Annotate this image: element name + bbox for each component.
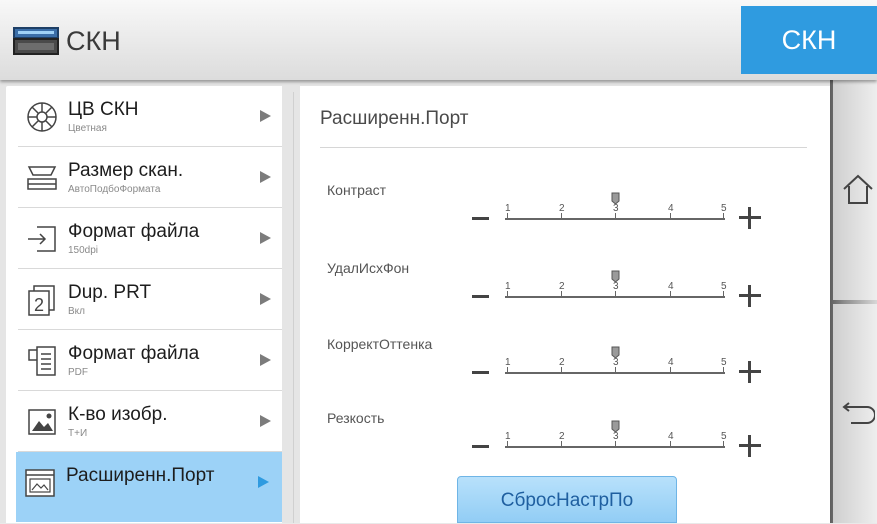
menu-item-value: Цветная <box>68 123 107 134</box>
decrease-button[interactable] <box>472 217 489 220</box>
duplex-icon: 2 <box>25 283 59 317</box>
menu-item[interactable]: Расширенн.Порт <box>16 452 282 522</box>
menu-item-value: 150dpi <box>68 245 99 256</box>
menu-item-label: Формат файла <box>68 221 200 242</box>
setting-label: УдалИсхФон <box>327 260 410 276</box>
slider-tick-label: 5 <box>721 281 727 292</box>
menu-item[interactable]: Формат файла PDF <box>18 330 282 391</box>
file-format-icon <box>25 344 59 378</box>
setting-slider[interactable]: 12345 <box>505 192 727 222</box>
setting-label: Контраст <box>327 182 387 198</box>
slider-track <box>505 372 725 374</box>
menu-item-label: К-во изобр. <box>68 404 168 425</box>
slider-track <box>505 218 725 220</box>
color-wheel-icon <box>25 100 59 134</box>
slider-tick-label: 5 <box>721 431 727 442</box>
settings-menu: ЦВ СКН Цветная Размер скан. АвтоПодбоФормат… <box>6 86 282 523</box>
slider-handle[interactable] <box>611 192 620 205</box>
svg-text:2: 2 <box>34 295 44 315</box>
slider-handle[interactable] <box>611 270 620 283</box>
slider-track <box>505 296 725 298</box>
slider-tick-label: 5 <box>721 357 727 368</box>
chevron-right-icon <box>260 354 271 366</box>
main-content: ЦВ СКН Цветная Размер скан. АвтоПодбоФормат… <box>0 80 877 523</box>
slider-tick-label: 2 <box>559 357 565 368</box>
setting-slider[interactable]: 12345 <box>505 346 727 376</box>
section-title: Расширенн.Порт <box>320 108 469 129</box>
chevron-right-icon <box>258 476 269 488</box>
menu-item[interactable]: ЦВ СКН Цветная <box>18 86 282 147</box>
menu-item-label: Dup. PRT <box>68 282 152 303</box>
increase-button[interactable] <box>739 435 761 457</box>
setting-slider[interactable]: 12345 <box>505 270 727 300</box>
decrease-button[interactable] <box>472 445 489 448</box>
advanced-settings-panel: Расширенн.Порт Контраст 1 2 3 4 5 УдалИсхФон 1 2… <box>300 86 830 523</box>
menu-item-value: АвтоПодбоФормата <box>68 184 161 195</box>
slider-tick-label: 4 <box>668 357 674 368</box>
menu-item-label: Размер скан. <box>68 160 184 181</box>
slider-tick-label: 2 <box>559 431 565 442</box>
menu-item[interactable]: 2 Dup. PRT Вкл <box>18 269 282 330</box>
scanner-icon <box>13 27 59 55</box>
slider-tick-label: 2 <box>559 203 565 214</box>
slider-tick-label: 1 <box>505 281 511 292</box>
slider-track <box>505 446 725 448</box>
chevron-right-icon <box>260 171 271 183</box>
home-icon <box>843 174 873 204</box>
menu-item-label: Расширенн.Порт <box>66 465 215 486</box>
menu-item[interactable]: Формат файла 150dpi <box>18 208 282 269</box>
resolution-icon <box>25 222 59 256</box>
menu-item[interactable]: Размер скан. АвтоПодбоФормата <box>18 147 282 208</box>
reset-defaults-button[interactable]: СбросНастрПо <box>457 476 677 523</box>
setting-label: Резкость <box>327 410 385 426</box>
header-bar: СКН СКН <box>0 0 877 80</box>
chevron-right-icon <box>260 293 271 305</box>
slider-tick-label: 4 <box>668 431 674 442</box>
page-title: СКН <box>66 26 121 56</box>
menu-item-value: PDF <box>68 367 88 378</box>
increase-button[interactable] <box>739 285 761 307</box>
back-icon <box>842 402 875 424</box>
back-button[interactable] <box>833 304 877 523</box>
slider-tick-label: 1 <box>505 431 511 442</box>
menu-item[interactable]: К-во изобр. Т+И <box>18 391 282 452</box>
decrease-button[interactable] <box>472 295 489 298</box>
increase-button[interactable] <box>739 361 761 383</box>
slider-handle[interactable] <box>611 420 620 433</box>
home-button[interactable] <box>833 80 877 300</box>
chevron-right-icon <box>260 110 271 122</box>
menu-item-value: Вкл <box>68 306 85 317</box>
menu-item-label: Формат файла <box>68 343 200 364</box>
chevron-right-icon <box>260 415 271 427</box>
slider-tick-label: 1 <box>505 357 511 368</box>
advanced-icon <box>23 466 57 500</box>
setting-label: КорректОттенка <box>327 336 433 352</box>
slider-tick-label: 1 <box>505 203 511 214</box>
setting-slider[interactable]: 12345 <box>505 420 727 450</box>
menu-item-value: Т+И <box>68 428 88 439</box>
slider-tick-label: 4 <box>668 203 674 214</box>
increase-button[interactable] <box>739 207 761 229</box>
menu-item-label: ЦВ СКН <box>68 99 139 120</box>
image-icon <box>25 405 59 439</box>
chevron-right-icon <box>260 232 271 244</box>
panel-divider <box>293 92 294 523</box>
slider-tick-label: 4 <box>668 281 674 292</box>
slider-tick-label: 5 <box>721 203 727 214</box>
slider-handle[interactable] <box>611 346 620 359</box>
scan-mode-button[interactable]: СКН <box>741 6 877 74</box>
section-divider <box>320 147 807 148</box>
decrease-button[interactable] <box>472 371 489 374</box>
slider-tick-label: 2 <box>559 281 565 292</box>
scanner-size-icon <box>25 161 59 195</box>
